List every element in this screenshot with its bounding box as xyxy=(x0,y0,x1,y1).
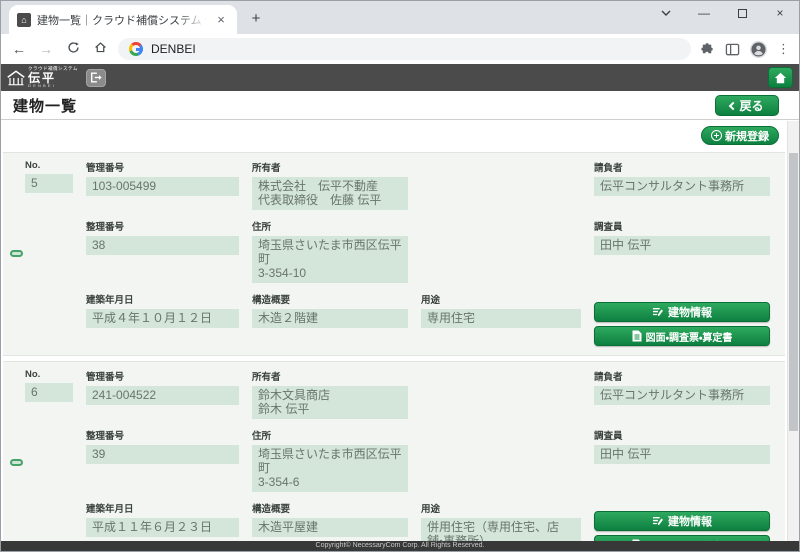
field-label-structure: 構造概要 xyxy=(252,501,408,515)
link-icon[interactable] xyxy=(10,459,23,466)
built-date-field: 平成４年１０月１２日 xyxy=(86,309,239,328)
tab-title: 建物一覧｜クラウド補償システム 伝 xyxy=(37,12,207,28)
documents-button[interactable]: 図面・調査票・算定書 xyxy=(594,326,770,346)
building-info-button[interactable]: 建物情報 xyxy=(594,302,770,322)
field-label-reference-no: 整理番号 xyxy=(86,219,239,233)
action-row: 新規登録 xyxy=(1,120,799,151)
app-header: クラウド補償システム 伝平 DENBEI xyxy=(1,64,799,91)
chevron-left-icon xyxy=(729,101,737,109)
logout-button[interactable] xyxy=(86,69,106,87)
field-label-address: 住所 xyxy=(252,219,408,233)
url-bar[interactable]: DENBEI xyxy=(118,38,691,60)
field-label-owner: 所有者 xyxy=(252,160,408,174)
field-label-inspector: 調査員 xyxy=(594,428,770,442)
list-edit-icon xyxy=(652,516,664,526)
structure-field: 木造２階建 xyxy=(252,309,408,328)
page-scrollbar[interactable] xyxy=(787,121,799,541)
side-panel-icon[interactable] xyxy=(725,42,740,57)
field-label-built-date: 建築年月日 xyxy=(86,501,239,515)
chevron-down-icon[interactable] xyxy=(647,1,685,25)
management-no-field: 103-005499 xyxy=(86,177,239,196)
field-label-management-no: 管理番号 xyxy=(86,369,239,383)
owner-field: 鈴木文具商店 鈴木 伝平 xyxy=(252,386,408,419)
building-record: No. 5 管理番号 103-005499 所有者 株式会社 伝平不動産 代表取… xyxy=(3,152,785,356)
field-label-usage: 用途 xyxy=(421,292,581,306)
link-icon[interactable] xyxy=(10,250,23,257)
window-controls: — × xyxy=(647,1,799,25)
usage-field: 専用住宅 xyxy=(421,309,581,328)
reference-no-field: 39 xyxy=(86,445,239,464)
back-button[interactable]: 戻る xyxy=(715,95,779,116)
scrollbar-thumb[interactable] xyxy=(789,153,798,431)
list-edit-icon xyxy=(652,307,664,317)
home-fill-icon xyxy=(774,72,787,84)
maximize-button[interactable] xyxy=(723,1,761,25)
contractor-field: 伝平コンサルタント事務所 xyxy=(594,386,770,405)
plus-circle-icon xyxy=(711,130,722,141)
field-label-usage: 用途 xyxy=(421,501,581,515)
close-button[interactable]: × xyxy=(761,1,799,25)
field-label-owner: 所有者 xyxy=(252,369,408,383)
tab-strip: ⌂ 建物一覧｜クラウド補償システム 伝 × + — × xyxy=(1,1,799,34)
profile-avatar[interactable] xyxy=(750,41,767,58)
logo-romaji: DENBEI xyxy=(28,84,78,88)
address-field: 埼玉県さいたま市西区伝平町 3-354-10 xyxy=(252,236,408,283)
usage-field: 併用住宅（専用住宅、店舗・事務所） xyxy=(421,518,581,541)
address-field: 埼玉県さいたま市西区伝平町 3-354-6 xyxy=(252,445,408,492)
reference-no-field: 38 xyxy=(86,236,239,255)
records-list: No. 5 管理番号 103-005499 所有者 株式会社 伝平不動産 代表取… xyxy=(1,151,799,541)
url-text: DENBEI xyxy=(151,42,196,56)
new-registration-button[interactable]: 新規登録 xyxy=(701,126,779,145)
denbei-house-icon xyxy=(7,70,25,86)
inspector-field: 田中 伝平 xyxy=(594,445,770,464)
footer-copyright: Copyright© NecessaryCom Corp. All Rights… xyxy=(1,541,799,551)
no-field: 6 xyxy=(25,383,73,402)
title-row: 建物一覧 戻る xyxy=(1,91,799,120)
reload-icon[interactable] xyxy=(64,41,82,57)
home-icon[interactable] xyxy=(91,41,109,57)
building-info-button[interactable]: 建物情報 xyxy=(594,511,770,531)
management-no-field: 241-004522 xyxy=(86,386,239,405)
google-logo-icon xyxy=(129,42,143,56)
field-label-built-date: 建築年月日 xyxy=(86,292,239,306)
field-label-no: No. xyxy=(25,160,73,171)
logout-icon xyxy=(90,72,102,83)
structure-field: 木造平屋建 xyxy=(252,518,408,537)
forward-icon: → xyxy=(37,41,55,57)
new-tab-button[interactable]: + xyxy=(243,6,269,32)
field-label-structure: 構造概要 xyxy=(252,292,408,306)
built-date-field: 平成１１年６月２３日 xyxy=(86,518,239,537)
extensions-icon[interactable] xyxy=(700,42,715,57)
maximize-icon xyxy=(738,9,747,18)
logo-main-name: 伝平 xyxy=(28,72,78,84)
page-title: 建物一覧 xyxy=(13,95,77,116)
field-label-address: 住所 xyxy=(252,428,408,442)
browser-menu-icon[interactable]: ⋮ xyxy=(777,41,790,57)
owner-field: 株式会社 伝平不動産 代表取締役 佐藤 伝平 xyxy=(252,177,408,210)
browser-toolbar: ← → DENBEI ⋮ xyxy=(1,34,799,64)
main-content: 建物一覧 戻る 新規登録 No. 5 xyxy=(1,91,799,551)
building-record: No. 6 管理番号 241-004522 所有者 鈴木文具商店 鈴木 伝平 請… xyxy=(3,361,785,541)
contractor-field: 伝平コンサルタント事務所 xyxy=(594,177,770,196)
field-label-no: No. xyxy=(25,369,73,380)
tab-close-icon[interactable]: × xyxy=(213,12,229,28)
browser-window: ⌂ 建物一覧｜クラウド補償システム 伝 × + — × ← → DENBEI xyxy=(0,0,800,552)
inspector-field: 田中 伝平 xyxy=(594,236,770,255)
browser-tab[interactable]: ⌂ 建物一覧｜クラウド補償システム 伝 × xyxy=(9,5,237,34)
back-icon[interactable]: ← xyxy=(10,41,28,57)
app-logo[interactable]: クラウド補償システム 伝平 DENBEI xyxy=(7,67,78,88)
site-favicon-icon: ⌂ xyxy=(17,13,31,27)
field-label-inspector: 調査員 xyxy=(594,219,770,233)
field-label-management-no: 管理番号 xyxy=(86,160,239,174)
document-icon xyxy=(632,330,642,342)
field-label-reference-no: 整理番号 xyxy=(86,428,239,442)
app-home-button[interactable] xyxy=(768,67,793,88)
field-label-contractor: 請負者 xyxy=(594,160,770,174)
toolbar-right: ⋮ xyxy=(700,41,790,58)
minimize-button[interactable]: — xyxy=(685,1,723,25)
field-label-contractor: 請負者 xyxy=(594,369,770,383)
no-field: 5 xyxy=(25,174,73,193)
